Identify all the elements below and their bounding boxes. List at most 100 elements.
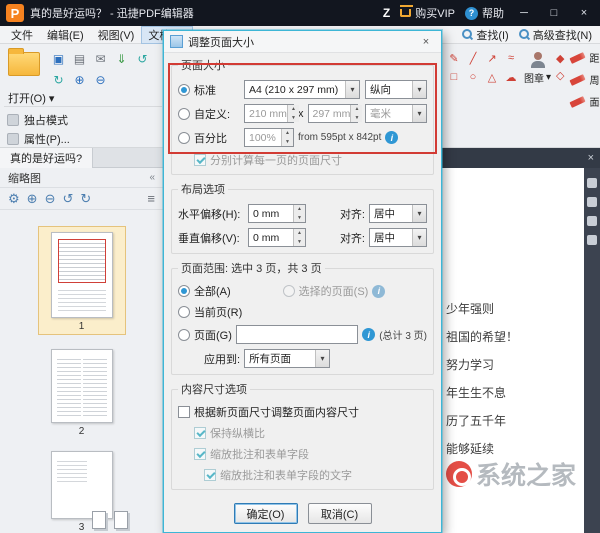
perimeter-tool-button[interactable]: 周长 xyxy=(568,72,600,87)
spin-down-icon[interactable]: ▼ xyxy=(294,237,305,246)
panel-toggle-icon-4[interactable] xyxy=(587,235,597,245)
undo-icon[interactable]: ↺ xyxy=(134,50,151,67)
resize-content-checkbox[interactable] xyxy=(178,406,190,418)
cancel-button[interactable]: 取消(C) xyxy=(307,503,372,524)
menu-file[interactable]: 文件 xyxy=(4,26,40,44)
pages-radio[interactable] xyxy=(178,328,190,341)
close-button[interactable]: × xyxy=(574,4,594,22)
spin-up-icon[interactable]: ▲ xyxy=(351,105,363,114)
thumbnail-page-1[interactable] xyxy=(50,232,113,318)
selected-pages-radio[interactable] xyxy=(282,285,295,297)
thumbnail-zoom-out-icon[interactable]: ⊖ xyxy=(45,191,56,207)
spin-up-icon[interactable]: ▲ xyxy=(294,229,305,238)
line-tool-icon[interactable]: ╱ xyxy=(465,50,481,66)
keep-ratio-checkbox[interactable] xyxy=(194,427,206,439)
export-icon[interactable]: ⇓ xyxy=(113,50,130,67)
cloud-tool-icon[interactable]: ☁ xyxy=(503,69,519,85)
v-align-select[interactable]: 居中 ▾ xyxy=(369,228,427,247)
h-align-select[interactable]: 居中 ▾ xyxy=(369,204,427,223)
chevron-down-icon[interactable]: ▾ xyxy=(412,205,426,222)
menu-view[interactable]: 视图(V) xyxy=(91,26,142,44)
chevron-down-icon[interactable]: ▾ xyxy=(412,229,426,246)
thumbnail-options-gear-icon[interactable]: ⚙ xyxy=(8,191,20,207)
chevron-down-icon[interactable]: ▾ xyxy=(345,81,359,98)
properties-button[interactable]: 属性(P)... xyxy=(7,131,70,147)
arrow-tool-icon[interactable]: ↗ xyxy=(484,50,500,66)
rectangle-tool-icon[interactable]: □ xyxy=(446,69,462,85)
percent-spinner[interactable]: 100% ▲ ▼ xyxy=(244,128,294,147)
all-pages-radio[interactable] xyxy=(178,285,190,297)
panel-menu-icon[interactable]: ≡ xyxy=(147,191,155,206)
find-button[interactable]: 查找(I) xyxy=(462,27,509,43)
apply-to-select[interactable]: 所有页面 ▾ xyxy=(244,349,331,368)
info-icon[interactable]: i xyxy=(385,131,399,144)
open-folder-icon[interactable] xyxy=(8,48,40,76)
open-button[interactable]: 打开(O) ▾ xyxy=(8,90,54,106)
rotate-left-icon[interactable]: ↺ xyxy=(62,191,73,207)
spin-down-icon[interactable]: ▼ xyxy=(287,113,299,122)
redo-icon[interactable]: ↻ xyxy=(50,71,67,88)
panel-toggle-icon-3[interactable] xyxy=(587,216,597,226)
area-tool-button[interactable]: 面积 xyxy=(568,94,600,109)
stamp-button[interactable]: 图章 ▾ xyxy=(524,50,551,148)
maximize-button[interactable]: □ xyxy=(544,4,564,22)
info-icon[interactable]: i xyxy=(362,328,376,341)
v-offset-spinner[interactable]: 0 mm ▲ ▼ xyxy=(248,228,306,247)
advanced-find-button[interactable]: 高级查找(N) xyxy=(518,27,592,43)
menu-edit[interactable]: 编辑(E) xyxy=(40,26,91,44)
spin-up-icon[interactable]: ▲ xyxy=(282,129,293,138)
zoom-out-icon[interactable]: ⊖ xyxy=(92,71,109,88)
dialog-close-icon[interactable]: × xyxy=(417,36,435,48)
spin-down-icon[interactable]: ▼ xyxy=(294,213,305,222)
chevron-down-icon[interactable]: ▾ xyxy=(412,81,426,98)
diamond-open-tool-icon[interactable]: ◇ xyxy=(556,69,564,82)
page-range-input[interactable] xyxy=(235,325,359,344)
document-tab[interactable]: 真的是好运吗? xyxy=(0,147,94,168)
account-icon[interactable]: Z xyxy=(383,6,390,20)
curve-tool-icon[interactable]: ≈ xyxy=(503,50,519,66)
rotate-right-icon[interactable]: ↻ xyxy=(80,191,91,207)
h-offset-spinner[interactable]: 0 mm ▲ ▼ xyxy=(248,204,306,223)
thumbnail-page-3[interactable] xyxy=(50,451,113,519)
exclusive-mode-button[interactable]: 独占模式 xyxy=(7,112,68,128)
spin-up-icon[interactable]: ▲ xyxy=(287,105,299,114)
custom-width-spinner[interactable]: 210 mm ▲ ▼ xyxy=(244,104,299,123)
pencil-tool-icon[interactable]: ✎ xyxy=(446,50,462,66)
distance-tool-button[interactable]: 距离 xyxy=(568,50,600,65)
polygon-tool-icon[interactable]: △ xyxy=(484,69,500,85)
unit-select[interactable]: 毫米 ▾ xyxy=(365,104,427,123)
thumbnail-page-1-selected[interactable]: 1 xyxy=(37,226,126,335)
panel-toggle-icon-1[interactable] xyxy=(587,178,597,188)
save-icon[interactable]: ▣ xyxy=(50,50,67,67)
tab-close-icon[interactable]: × xyxy=(588,152,594,164)
mail-icon[interactable]: ✉ xyxy=(92,50,109,67)
info-icon[interactable]: i xyxy=(372,284,386,298)
ellipse-tool-icon[interactable]: ○ xyxy=(465,69,481,85)
chevron-down-icon[interactable]: ▾ xyxy=(315,350,330,367)
diamond-tool-icon[interactable]: ◆ xyxy=(556,52,564,65)
spin-down-icon[interactable]: ▼ xyxy=(351,113,363,122)
standard-radio[interactable] xyxy=(178,83,190,96)
standard-size-select[interactable]: A4 (210 x 297 mm) ▾ xyxy=(244,80,360,99)
panel-toggle-icon-2[interactable] xyxy=(587,197,597,207)
scale-fields-checkbox[interactable] xyxy=(194,448,206,460)
thumbnail-zoom-in-icon[interactable]: ⊕ xyxy=(27,191,38,207)
page-stack-icon-2[interactable] xyxy=(114,511,128,529)
buy-vip-button[interactable]: 购买VIP xyxy=(400,5,455,21)
zoom-in-icon[interactable]: ⊕ xyxy=(71,71,88,88)
spin-up-icon[interactable]: ▲ xyxy=(294,205,305,214)
minimize-button[interactable]: ─ xyxy=(514,4,534,22)
thumbnail-page-2[interactable] xyxy=(50,349,113,424)
chevron-down-icon[interactable]: ▾ xyxy=(412,105,426,122)
spin-down-icon[interactable]: ▼ xyxy=(282,137,293,146)
orientation-select[interactable]: 纵向 ▾ xyxy=(365,80,427,99)
custom-height-spinner[interactable]: 297 mm ▲ ▼ xyxy=(307,104,363,123)
current-page-radio[interactable] xyxy=(178,306,190,318)
page-stack-icon[interactable] xyxy=(92,511,106,529)
help-button[interactable]: ? 帮助 xyxy=(465,5,504,21)
panel-collapse-icon[interactable]: « xyxy=(149,172,155,183)
percent-radio[interactable] xyxy=(178,131,190,144)
print-icon[interactable]: ▤ xyxy=(71,50,88,67)
per-page-checkbox[interactable] xyxy=(194,154,206,166)
ok-button[interactable]: 确定(O) xyxy=(233,503,298,524)
